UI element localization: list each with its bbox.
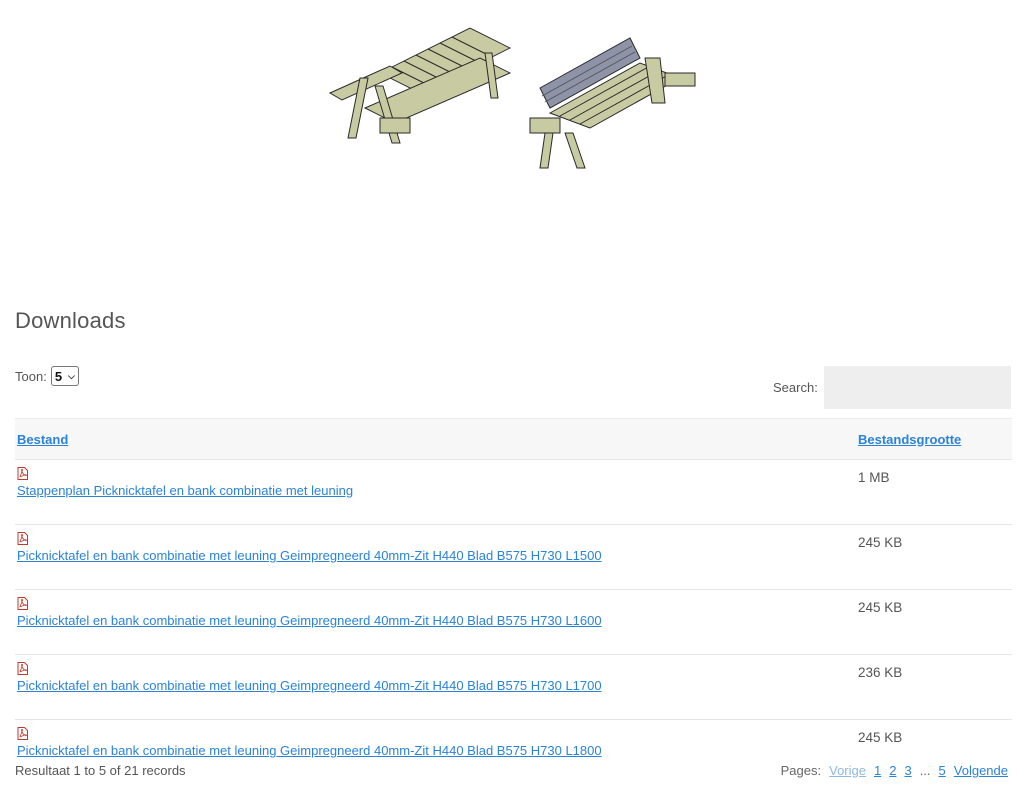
table-row: Stappenplan Picknicktafel en bank combin… xyxy=(15,459,1012,525)
file-cell: Picknicktafel en bank combinatie met leu… xyxy=(15,589,858,655)
page-link-2[interactable]: 2 xyxy=(889,763,896,778)
file-cell: Picknicktafel en bank combinatie met leu… xyxy=(15,654,858,720)
pdf-icon xyxy=(17,727,28,740)
search-label: Search: xyxy=(773,380,818,395)
pdf-icon xyxy=(17,467,28,480)
picnic-table-illustration xyxy=(328,27,696,169)
table-row: Picknicktafel en bank combinatie met leu… xyxy=(15,524,1012,590)
pdf-icon xyxy=(17,532,28,545)
page-link-3[interactable]: 3 xyxy=(904,763,911,778)
file-size-cell: 1 MB xyxy=(858,459,1012,525)
page-length-label: Toon: xyxy=(15,368,47,384)
page-link-1[interactable]: 1 xyxy=(874,763,881,778)
search-control: Search: xyxy=(773,366,1011,409)
section-title: Downloads xyxy=(15,308,126,333)
result-summary: Resultaat 1 to 5 of 21 records xyxy=(15,763,186,778)
sort-by-file-link[interactable]: Bestand xyxy=(17,432,68,447)
file-download-link[interactable]: Picknicktafel en bank combinatie met leu… xyxy=(17,678,602,693)
sort-by-size-link[interactable]: Bestandsgrootte xyxy=(858,432,961,447)
search-input[interactable] xyxy=(823,366,1011,409)
file-cell: Stappenplan Picknicktafel en bank combin… xyxy=(15,459,858,525)
file-download-link[interactable]: Picknicktafel en bank combinatie met leu… xyxy=(17,548,602,563)
pdf-icon xyxy=(17,597,28,610)
table-row: Picknicktafel en bank combinatie met leu… xyxy=(15,589,1012,655)
chevron-down-icon: ⌵ xyxy=(68,370,75,381)
file-size-cell: 245 KB xyxy=(858,589,1012,655)
prev-page-link[interactable]: Vorige xyxy=(829,763,866,778)
page-length-select[interactable]: 5 ⌵ xyxy=(50,366,79,386)
page-length-value: 5 xyxy=(54,368,63,384)
page-length-control: Toon: 5 ⌵ xyxy=(15,366,79,386)
page-link-5[interactable]: 5 xyxy=(939,763,946,778)
downloads-table: Bestand Bestandsgrootte Stappenplan Pick… xyxy=(15,418,1012,784)
pagination: Pages: Vorige 1 2 3 ... 5 Volgende xyxy=(781,763,1008,778)
column-header-file: Bestand xyxy=(15,418,858,460)
file-download-link[interactable]: Picknicktafel en bank combinatie met leu… xyxy=(17,613,602,628)
table-row: Picknicktafel en bank combinatie met leu… xyxy=(15,654,1012,720)
pages-label: Pages: xyxy=(780,763,822,778)
file-size-cell: 236 KB xyxy=(858,654,1012,720)
column-header-size: Bestandsgrootte xyxy=(858,418,1012,460)
hero-image xyxy=(0,0,1024,200)
table-header-row: Bestand Bestandsgrootte xyxy=(15,418,1012,460)
file-download-link[interactable]: Picknicktafel en bank combinatie met leu… xyxy=(17,743,602,758)
next-page-link[interactable]: Volgende xyxy=(954,763,1008,778)
file-download-link[interactable]: Stappenplan Picknicktafel en bank combin… xyxy=(17,483,353,498)
pdf-icon xyxy=(17,662,28,675)
file-size-cell: 245 KB xyxy=(858,524,1012,590)
file-cell: Picknicktafel en bank combinatie met leu… xyxy=(15,524,858,590)
pages-ellipsis: ... xyxy=(919,763,931,778)
